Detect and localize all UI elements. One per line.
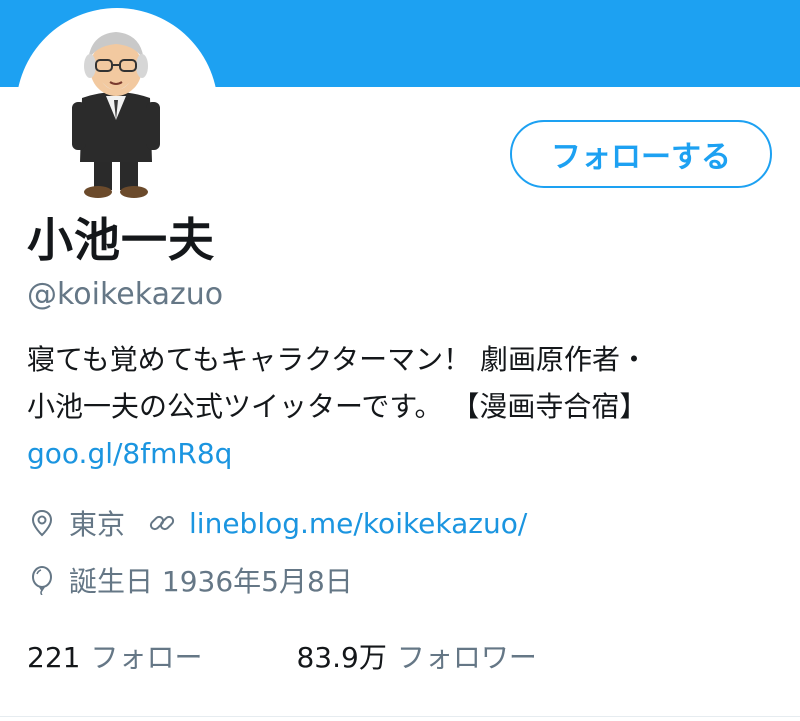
bio-link[interactable]: goo.gl/8fmR8q bbox=[27, 430, 787, 477]
followers-stat[interactable]: 83.9万 フォロワー bbox=[296, 636, 536, 676]
website-link[interactable]: lineblog.me/koikekazuo/ bbox=[189, 507, 527, 540]
link-icon bbox=[147, 508, 177, 538]
following-count: 221 bbox=[27, 641, 81, 674]
bio-line: 小池一夫の公式ツイッターです。 【漫画寺合宿】 bbox=[27, 390, 648, 423]
followers-label: フォロワー bbox=[396, 641, 537, 674]
birthday-text: 誕生日 1936年5月8日 bbox=[69, 565, 353, 598]
divider bbox=[0, 716, 800, 717]
bio: 寝ても覚めてもキャラクターマン！ 劇画原作者・ 小池一夫の公式ツイッターです。 … bbox=[27, 336, 787, 477]
following-stat[interactable]: 221 フォロー bbox=[27, 636, 202, 676]
balloon-icon bbox=[27, 565, 57, 595]
profile-stats: 221 フォロー 83.9万 フォロワー bbox=[27, 636, 537, 676]
avatar[interactable] bbox=[24, 16, 210, 202]
followers-count: 83.9万 bbox=[296, 641, 387, 674]
handle: @koikekazuo bbox=[27, 277, 224, 312]
follow-button[interactable]: フォローする bbox=[510, 120, 772, 188]
birthday-row: 誕生日 1936年5月8日 bbox=[27, 560, 353, 600]
display-name: 小池一夫 bbox=[27, 213, 215, 267]
avatar-illustration bbox=[24, 16, 210, 202]
location-pin-icon bbox=[27, 508, 57, 538]
profile-meta-row: 東京 lineblog.me/koikekazuo/ bbox=[27, 503, 527, 543]
following-label: フォロー bbox=[90, 641, 203, 674]
bio-line: 寝ても覚めてもキャラクターマン！ 劇画原作者・ bbox=[27, 343, 648, 376]
location-text: 東京 bbox=[69, 508, 126, 541]
